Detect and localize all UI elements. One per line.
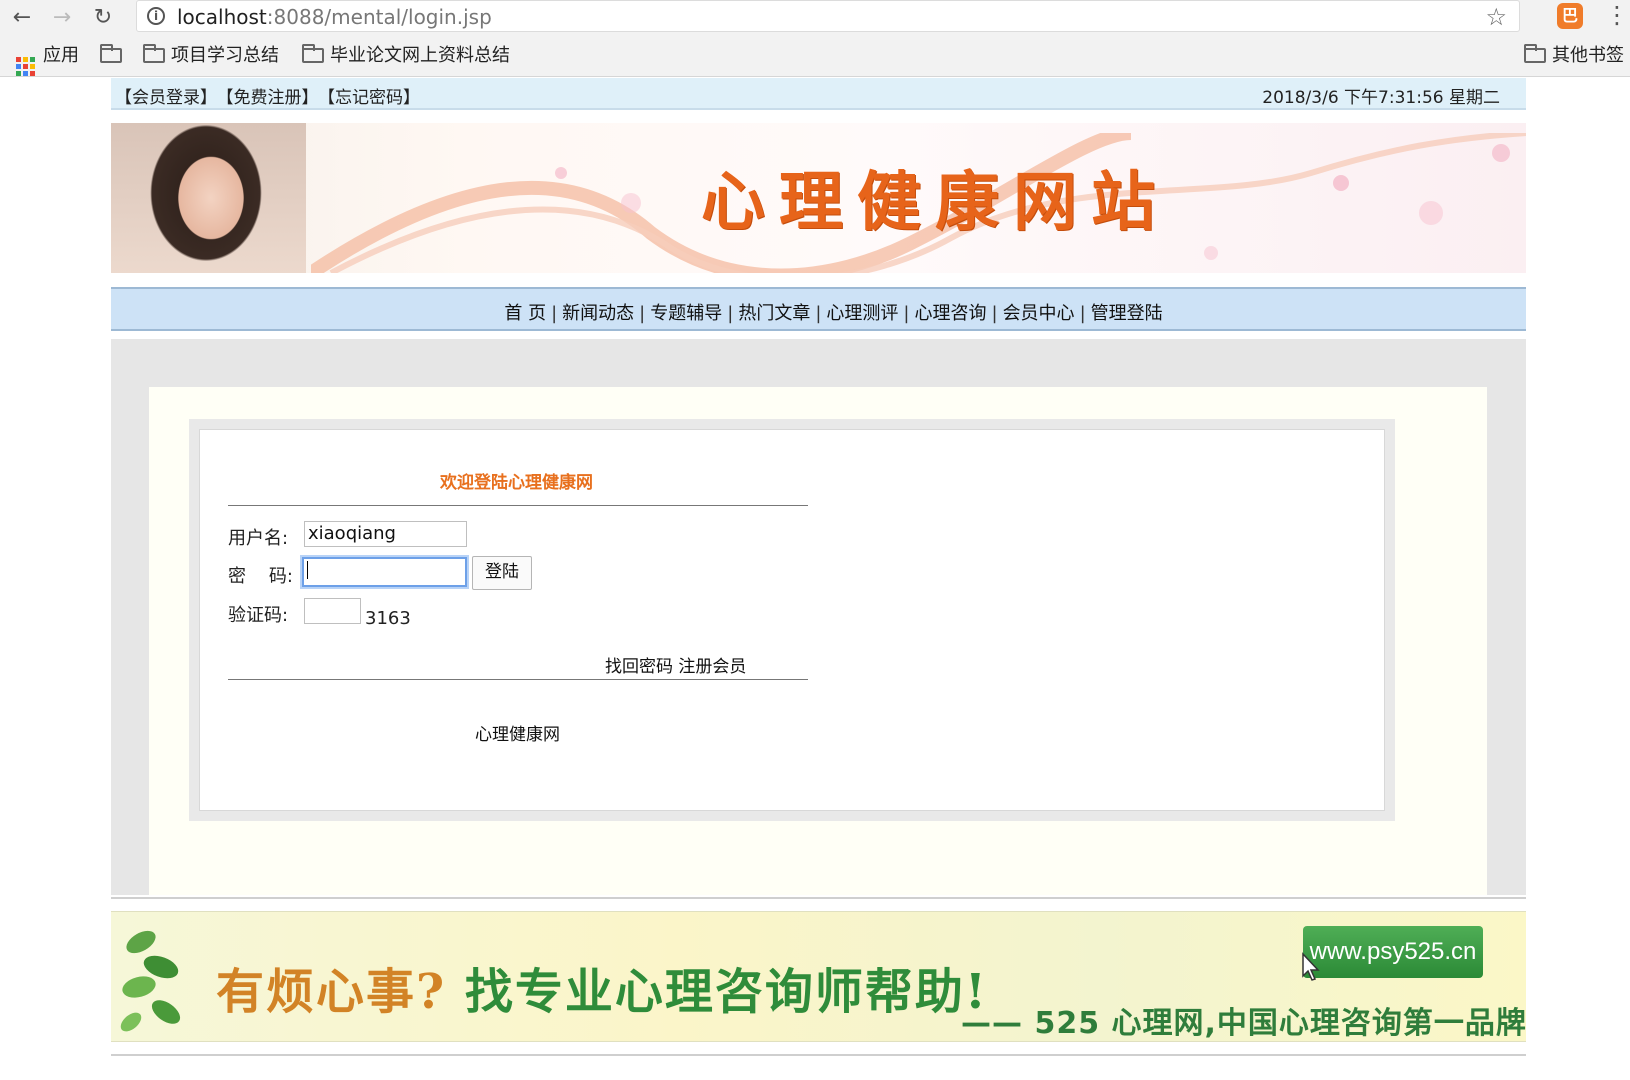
username-label: 用户名: [228, 528, 289, 549]
nav-item-home[interactable]: 首 页 [504, 303, 546, 324]
advert-headline-part2: 找专业心理咨询师帮助! [464, 964, 988, 1020]
apps-grid-icon [16, 57, 35, 76]
nav-item-assessment[interactable]: 心理测评 [826, 303, 898, 324]
current-datetime: 2018/3/6 下午7:31:56 星期二 [1262, 88, 1500, 108]
banner-portrait-image [111, 123, 306, 273]
reload-icon[interactable]: ↻ [89, 4, 117, 32]
info-icon[interactable]: i [147, 7, 165, 25]
username-input[interactable]: xiaoqiang [304, 521, 467, 547]
nav-item-member-center[interactable]: 会员中心 [1003, 303, 1075, 324]
bookmark-folder-empty[interactable] [100, 44, 128, 68]
bookmark-other-label: 其他书签 [1552, 45, 1624, 66]
nav-separator: | [991, 303, 998, 324]
captcha-code[interactable]: 3163 [365, 608, 411, 629]
login-footer-site-name: 心理健康网 [475, 725, 560, 745]
advert-banner[interactable]: 有烦心事? 找专业心理咨询师帮助! www.psy525.cn —— 525 心… [111, 911, 1526, 1042]
captcha-input[interactable] [304, 598, 361, 624]
leaf-decoration-icon [120, 930, 181, 1032]
site-title: 心理健康网站 [701, 165, 1169, 240]
divider [228, 505, 808, 506]
folder-icon [302, 44, 324, 63]
login-box: 欢迎登陆心理健康网 用户名: xiaoqiang 密 码: 登陆 验证码: 31… [199, 429, 1385, 811]
nav-item-topics[interactable]: 专题辅导 [650, 303, 722, 324]
password-input[interactable] [302, 557, 467, 587]
text-caret [307, 561, 308, 579]
nav-separator: | [815, 303, 822, 324]
login-button[interactable]: 登陆 [472, 556, 532, 590]
login-links: 找回密码 注册会员 [605, 652, 746, 677]
nav-item-hot-articles[interactable]: 热门文章 [738, 303, 810, 324]
cursor-icon [1302, 952, 1320, 981]
extension-icon[interactable]: 巴 [1557, 3, 1583, 29]
divider [111, 897, 1526, 899]
captcha-label: 验证码: [228, 605, 289, 626]
bookmark-apps-label: 应用 [43, 45, 79, 66]
bookmark-other[interactable]: 其他书签 [1524, 44, 1624, 68]
nav-item-admin-login[interactable]: 管理登陆 [1091, 303, 1163, 324]
register-member-link[interactable]: 注册会员 [678, 657, 746, 677]
url-path: :8088/mental/login.jsp [266, 5, 492, 29]
bookmark-folder-projects[interactable]: 项目学习总结 [143, 44, 279, 68]
nav-separator: | [903, 303, 910, 324]
star-icon[interactable]: ☆ [1485, 3, 1507, 31]
nav-item-news[interactable]: 新闻动态 [562, 303, 634, 324]
forward-arrow-icon[interactable]: → [48, 4, 76, 32]
bookmark-apps[interactable]: 应用 [16, 44, 79, 76]
bookmark-folder-thesis[interactable]: 毕业论文网上资料总结 [302, 44, 510, 68]
login-welcome-title: 欢迎登陆心理健康网 [440, 473, 593, 493]
nav-separator: | [551, 303, 558, 324]
forgot-password-link[interactable]: 【忘记密码】 [327, 88, 421, 108]
folder-icon [100, 44, 122, 63]
nav-separator: | [639, 303, 646, 324]
member-login-link[interactable]: 【会员登录】 [115, 88, 217, 108]
bookmarks-bar: 应用 项目学习总结 毕业论文网上资料总结 其他书签 [0, 36, 1630, 77]
register-link[interactable]: 【免费注册】 [225, 88, 319, 108]
browser-toolbar: ← → ↻ i localhost:8088/mental/login.jsp … [0, 0, 1630, 36]
login-frame: 欢迎登陆心理健康网 用户名: xiaoqiang 密 码: 登陆 验证码: 31… [189, 419, 1395, 821]
advert-url-badge[interactable]: www.psy525.cn [1303, 926, 1483, 978]
divider [111, 1054, 1526, 1056]
bookmark-folder-label: 项目学习总结 [171, 45, 279, 66]
advert-headline: 有烦心事? 找专业心理咨询师帮助! [216, 952, 988, 1022]
url-host: localhost [177, 5, 267, 29]
divider [228, 679, 808, 680]
folder-icon [143, 44, 165, 63]
account-links: 【会员登录】 【免费注册】 【忘记密码】 [115, 83, 428, 108]
address-bar[interactable]: i localhost:8088/mental/login.jsp ☆ [136, 0, 1520, 32]
site-banner: 心理健康网站 [111, 123, 1526, 273]
advert-headline-part1: 有烦心事? [216, 964, 447, 1020]
username-value: xiaoqiang [308, 523, 396, 544]
find-password-link[interactable]: 找回密码 [605, 657, 673, 677]
folder-icon [1524, 44, 1546, 63]
main-navigation: 首 页 | 新闻动态 | 专题辅导 | 热门文章 | 心理测评 | 心理咨询 | 会员中心 | 管理登陆 [111, 287, 1526, 331]
url-text[interactable]: localhost:8088/mental/login.jsp [177, 5, 492, 29]
top-info-bar: 【会员登录】 【免费注册】 【忘记密码】 2018/3/6 下午7:31:56 星期… [111, 78, 1526, 110]
nav-separator: | [1079, 303, 1086, 324]
nav-item-consulting[interactable]: 心理咨询 [914, 303, 986, 324]
nav-separator: | [727, 303, 734, 324]
advert-tagline: —— 525 心理网,中国心理咨询第一品牌! [961, 1006, 1526, 1041]
bookmark-folder-label: 毕业论文网上资料总结 [330, 45, 510, 66]
menu-dots-icon[interactable]: ⋮ [1605, 1, 1629, 29]
back-arrow-icon[interactable]: ← [8, 4, 36, 32]
password-label: 密 码: [228, 566, 293, 587]
